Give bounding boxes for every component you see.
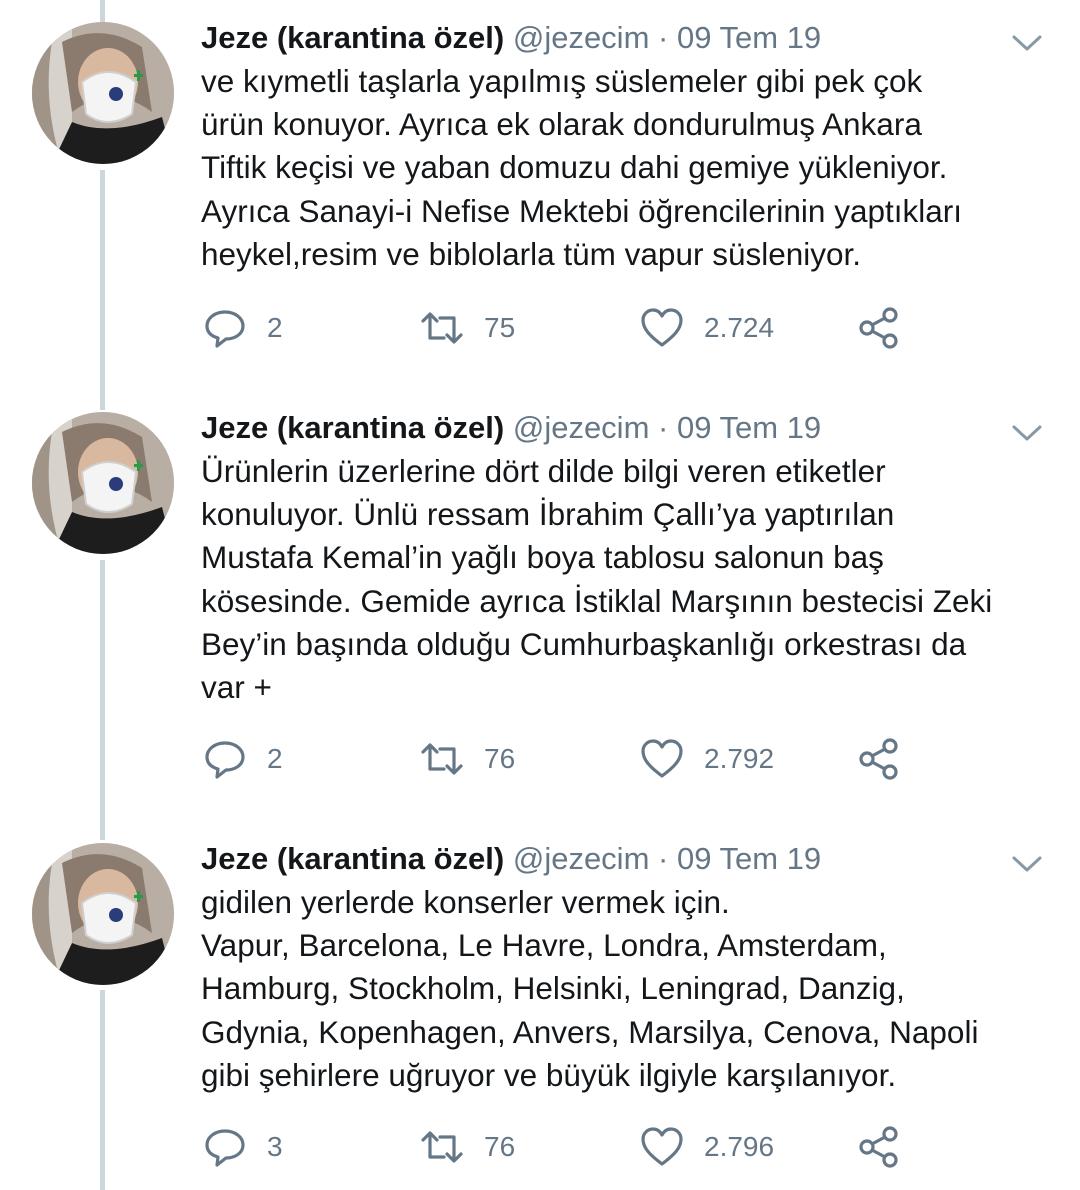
share-icon [857,1125,901,1169]
reply-count: 3 [267,1131,283,1162]
reply-icon [203,1125,247,1169]
tweet-header: Jeze (karantina özel) @jezecim · 09 Tem … [201,406,821,450]
chevron-down-icon[interactable] [1010,32,1044,54]
reply-icon [203,306,247,350]
avatar[interactable] [32,22,174,164]
retweet-count: 75 [484,312,516,343]
tweet[interactable]: Jeze (karantina özel) @jezecim · 09 Tem … [0,390,1080,810]
retweet-icon [420,306,464,350]
tweet-text: ve kıymetli taşlarla yapılmış süslemeler… [201,63,962,272]
share-icon [857,306,901,350]
retweet-button[interactable]: 76 [420,1124,515,1170]
like-button[interactable]: 2.724 [640,305,774,351]
tweet-actions: 2 76 2.792 [0,736,1080,782]
separator-dot: · [658,410,669,445]
share-icon [857,737,901,781]
like-icon [640,1125,684,1169]
share-button[interactable] [857,736,901,782]
like-count: 2.792 [704,743,775,774]
reply-count: 2 [267,312,283,343]
like-button[interactable]: 2.796 [640,1124,774,1170]
author-name[interactable]: Jeze (karantina özel) [201,410,504,445]
tweet-text: gidilen yerlerde konserler vermek için. … [201,884,979,1093]
like-count: 2.724 [704,312,775,343]
tweet[interactable]: Jeze (karantina özel) @jezecim · 09 Tem … [0,821,1080,1190]
author-handle[interactable]: @jezecim [513,410,650,445]
reply-button[interactable]: 3 [203,1124,283,1170]
like-icon [640,306,684,350]
retweet-count: 76 [484,743,516,774]
tweet-header: Jeze (karantina özel) @jezecim · 09 Tem … [201,837,821,881]
reply-count: 2 [267,743,283,774]
reply-icon [203,737,247,781]
retweet-icon [420,737,464,781]
tweet-date[interactable]: 09 Tem 19 [677,841,821,876]
like-icon [640,737,684,781]
author-handle[interactable]: @jezecim [513,841,650,876]
avatar[interactable] [32,843,174,985]
retweet-button[interactable]: 76 [420,736,515,782]
chevron-down-icon[interactable] [1010,422,1044,444]
tweet-date[interactable]: 09 Tem 19 [677,20,821,55]
author-name[interactable]: Jeze (karantina özel) [201,841,504,876]
tweet-actions: 2 75 2.724 [0,305,1080,351]
retweet-icon [420,1125,464,1169]
reply-button[interactable]: 2 [203,305,283,351]
like-count: 2.796 [704,1131,775,1162]
separator-dot: · [658,20,669,55]
tweet-date[interactable]: 09 Tem 19 [677,410,821,445]
author-name[interactable]: Jeze (karantina özel) [201,20,504,55]
retweet-button[interactable]: 75 [420,305,515,351]
like-button[interactable]: 2.792 [640,736,774,782]
tweet[interactable]: Jeze (karantina özel) @jezecim · 09 Tem … [0,0,1080,370]
separator-dot: · [658,841,669,876]
share-button[interactable] [857,1124,901,1170]
tweet-actions: 3 76 2.796 [0,1124,1080,1170]
share-button[interactable] [857,305,901,351]
author-handle[interactable]: @jezecim [513,20,650,55]
tweet-header: Jeze (karantina özel) @jezecim · 09 Tem … [201,16,821,60]
retweet-count: 76 [484,1131,516,1162]
avatar[interactable] [32,412,174,554]
reply-button[interactable]: 2 [203,736,283,782]
chevron-down-icon[interactable] [1010,853,1044,875]
tweet-text: Ürünlerin üzerlerine dört dilde bilgi ve… [201,453,993,706]
